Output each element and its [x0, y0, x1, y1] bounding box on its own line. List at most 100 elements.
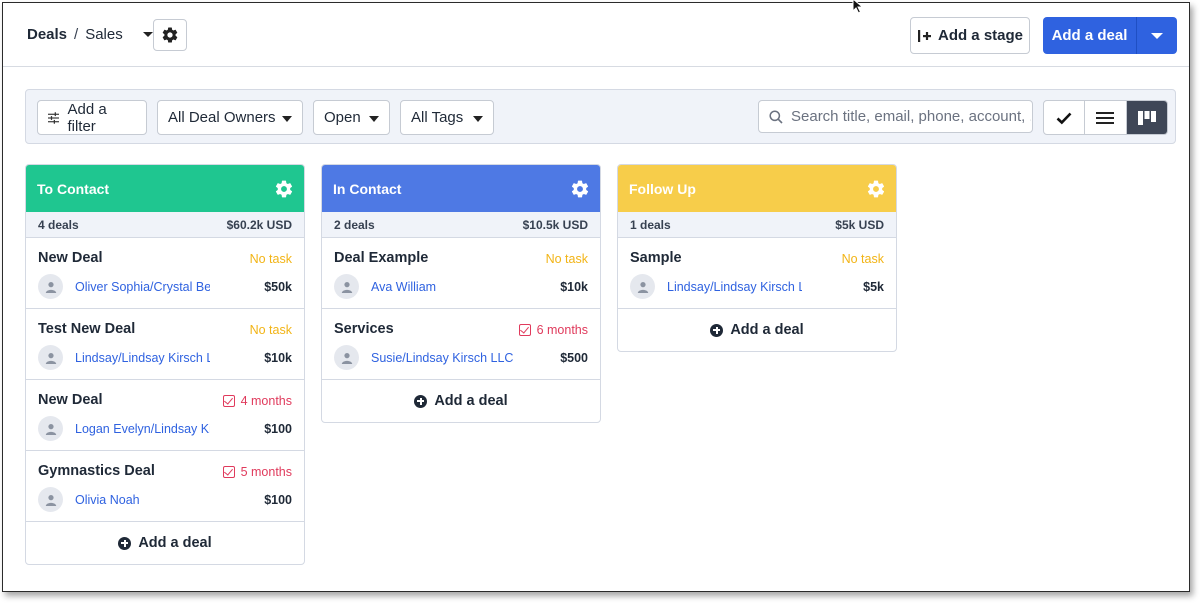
stage-title: In Contact: [333, 180, 402, 197]
gear-icon[interactable]: [274, 179, 294, 199]
stage-summary: 4 deals $60.2k USD: [26, 212, 304, 238]
contact-link[interactable]: Olivia Noah: [75, 493, 210, 507]
deal-card[interactable]: New Deal 4 months Logan Evelyn/Lindsay K…: [26, 380, 304, 451]
chevron-down-icon: [473, 116, 483, 122]
contact-link[interactable]: Lindsay/Lindsay Kirsch LLC: [75, 351, 210, 365]
avatar: [38, 345, 63, 370]
gear-icon[interactable]: [570, 179, 590, 199]
deal-count: 1 deals: [630, 217, 671, 232]
checkmark-icon: [1056, 112, 1072, 124]
board-columns-icon: [1137, 110, 1156, 125]
task-checkbox-icon[interactable]: [222, 466, 235, 478]
add-column-icon: [917, 29, 931, 42]
chevron-down-icon: [369, 116, 379, 122]
add-filter-button[interactable]: Add a filter: [37, 100, 147, 135]
deal-card[interactable]: Services 6 months Susie/Lindsay Kirsch L…: [322, 309, 600, 380]
deal-amount: $500: [560, 351, 588, 365]
user-icon: [45, 423, 56, 435]
pipeline-settings-button[interactable]: [153, 19, 187, 51]
tasks-view-button[interactable]: [1044, 101, 1086, 134]
pipeline-name: Sales: [85, 26, 123, 43]
search-icon: [769, 109, 783, 124]
stage-summary: 2 deals $10.5k USD: [322, 212, 600, 238]
task-status: 4 months: [222, 394, 292, 408]
add-deal-button[interactable]: Add a deal: [1043, 17, 1137, 54]
contact-link[interactable]: Ava William: [371, 280, 521, 294]
board-view-button[interactable]: [1126, 101, 1167, 134]
deal-owners-value: All Deal Owners: [168, 109, 276, 126]
add-filter-label: Add a filter: [67, 100, 107, 135]
deal-amount: $10k: [560, 280, 588, 294]
gear-icon[interactable]: [866, 179, 886, 199]
avatar: [38, 487, 63, 512]
user-icon: [637, 281, 648, 293]
breadcrumb-separator: /: [74, 26, 79, 43]
deal-title: Services: [334, 321, 394, 337]
add-deal-dropdown-button[interactable]: [1137, 17, 1177, 54]
deal-count: 2 deals: [334, 217, 375, 232]
stage-add-deal-label: Add a deal: [730, 322, 804, 338]
avatar: [334, 345, 359, 370]
stage-total: $5k USD: [835, 217, 884, 232]
plus-circle-icon: [414, 394, 428, 408]
avatar: [630, 274, 655, 299]
deal-title: Sample: [630, 250, 682, 266]
page-header: Deals / Sales Add a stage Add a deal: [3, 3, 1189, 67]
search-box: [758, 100, 1033, 133]
tags-select[interactable]: All Tags: [400, 100, 494, 135]
deal-amount: $100: [264, 422, 292, 436]
deal-owners-select[interactable]: All Deal Owners: [157, 100, 303, 135]
task-checkbox-icon[interactable]: [222, 395, 235, 407]
deal-count: 4 deals: [38, 217, 79, 232]
user-icon: [45, 352, 56, 364]
stage-summary: 1 deals $5k USD: [618, 212, 896, 238]
deal-card[interactable]: Test New Deal No task Lindsay/Lindsay Ki…: [26, 309, 304, 380]
list-view-button[interactable]: [1085, 101, 1127, 134]
contact-link[interactable]: Susie/Lindsay Kirsch LLC: [371, 351, 521, 365]
stage-header: In Contact: [322, 165, 600, 212]
stage-title: To Contact: [37, 180, 110, 197]
deal-title: New Deal: [38, 250, 103, 266]
task-status: No task: [249, 323, 292, 337]
app-window: Deals / Sales Add a stage Add a deal Add…: [2, 2, 1190, 592]
user-icon: [341, 352, 352, 364]
stage-title: Follow Up: [629, 180, 696, 197]
deal-amount: $5k: [863, 280, 884, 294]
deal-card[interactable]: Deal Example No task Ava William $10k: [322, 238, 600, 309]
deal-card[interactable]: Sample No task Lindsay/Lindsay Kirsch LL…: [618, 238, 896, 309]
contact-link[interactable]: Lindsay/Lindsay Kirsch LLC: [667, 280, 802, 294]
deal-title: Gymnastics Deal: [38, 463, 155, 479]
breadcrumb-root[interactable]: Deals: [27, 26, 67, 43]
add-stage-button[interactable]: Add a stage: [910, 17, 1030, 54]
search-input[interactable]: [791, 108, 1031, 125]
stage-header: Follow Up: [618, 165, 896, 212]
stage-add-deal-button[interactable]: Add a deal: [26, 522, 304, 564]
contact-link[interactable]: Logan Evelyn/Lindsay Kirsch LLC: [75, 422, 210, 436]
deal-card[interactable]: Gymnastics Deal 5 months Olivia Noah $10…: [26, 451, 304, 522]
add-stage-label: Add a stage: [937, 27, 1024, 44]
filter-bar: Add a filter All Deal Owners Open All Ta…: [25, 89, 1176, 144]
deal-amount: $100: [264, 493, 292, 507]
gear-icon: [162, 27, 178, 43]
view-switcher: [1043, 100, 1168, 135]
contact-link[interactable]: Oliver Sophia/Crystal Beach: [75, 280, 210, 294]
stage-add-deal-label: Add a deal: [434, 393, 508, 409]
task-checkbox-icon[interactable]: [518, 324, 531, 336]
stage-add-deal-label: Add a deal: [138, 535, 212, 551]
deal-card[interactable]: New Deal No task Oliver Sophia/Crystal B…: [26, 238, 304, 309]
avatar: [334, 274, 359, 299]
task-status: No task: [249, 252, 292, 266]
stage-column-in-contact: In Contact 2 deals $10.5k USD Deal Examp…: [321, 164, 601, 423]
stage-total: $60.2k USD: [226, 217, 292, 232]
pipeline-dropdown-caret-icon[interactable]: [142, 32, 153, 37]
deal-status-select[interactable]: Open: [313, 100, 390, 135]
stage-add-deal-button[interactable]: Add a deal: [322, 380, 600, 422]
task-status: No task: [841, 252, 884, 266]
deal-amount: $50k: [264, 280, 292, 294]
filter-sliders-icon: [48, 111, 60, 124]
deal-title: Test New Deal: [38, 321, 136, 337]
deal-title: New Deal: [38, 392, 103, 408]
chevron-down-icon: [1151, 32, 1163, 39]
user-icon: [341, 281, 352, 293]
stage-add-deal-button[interactable]: Add a deal: [618, 309, 896, 351]
